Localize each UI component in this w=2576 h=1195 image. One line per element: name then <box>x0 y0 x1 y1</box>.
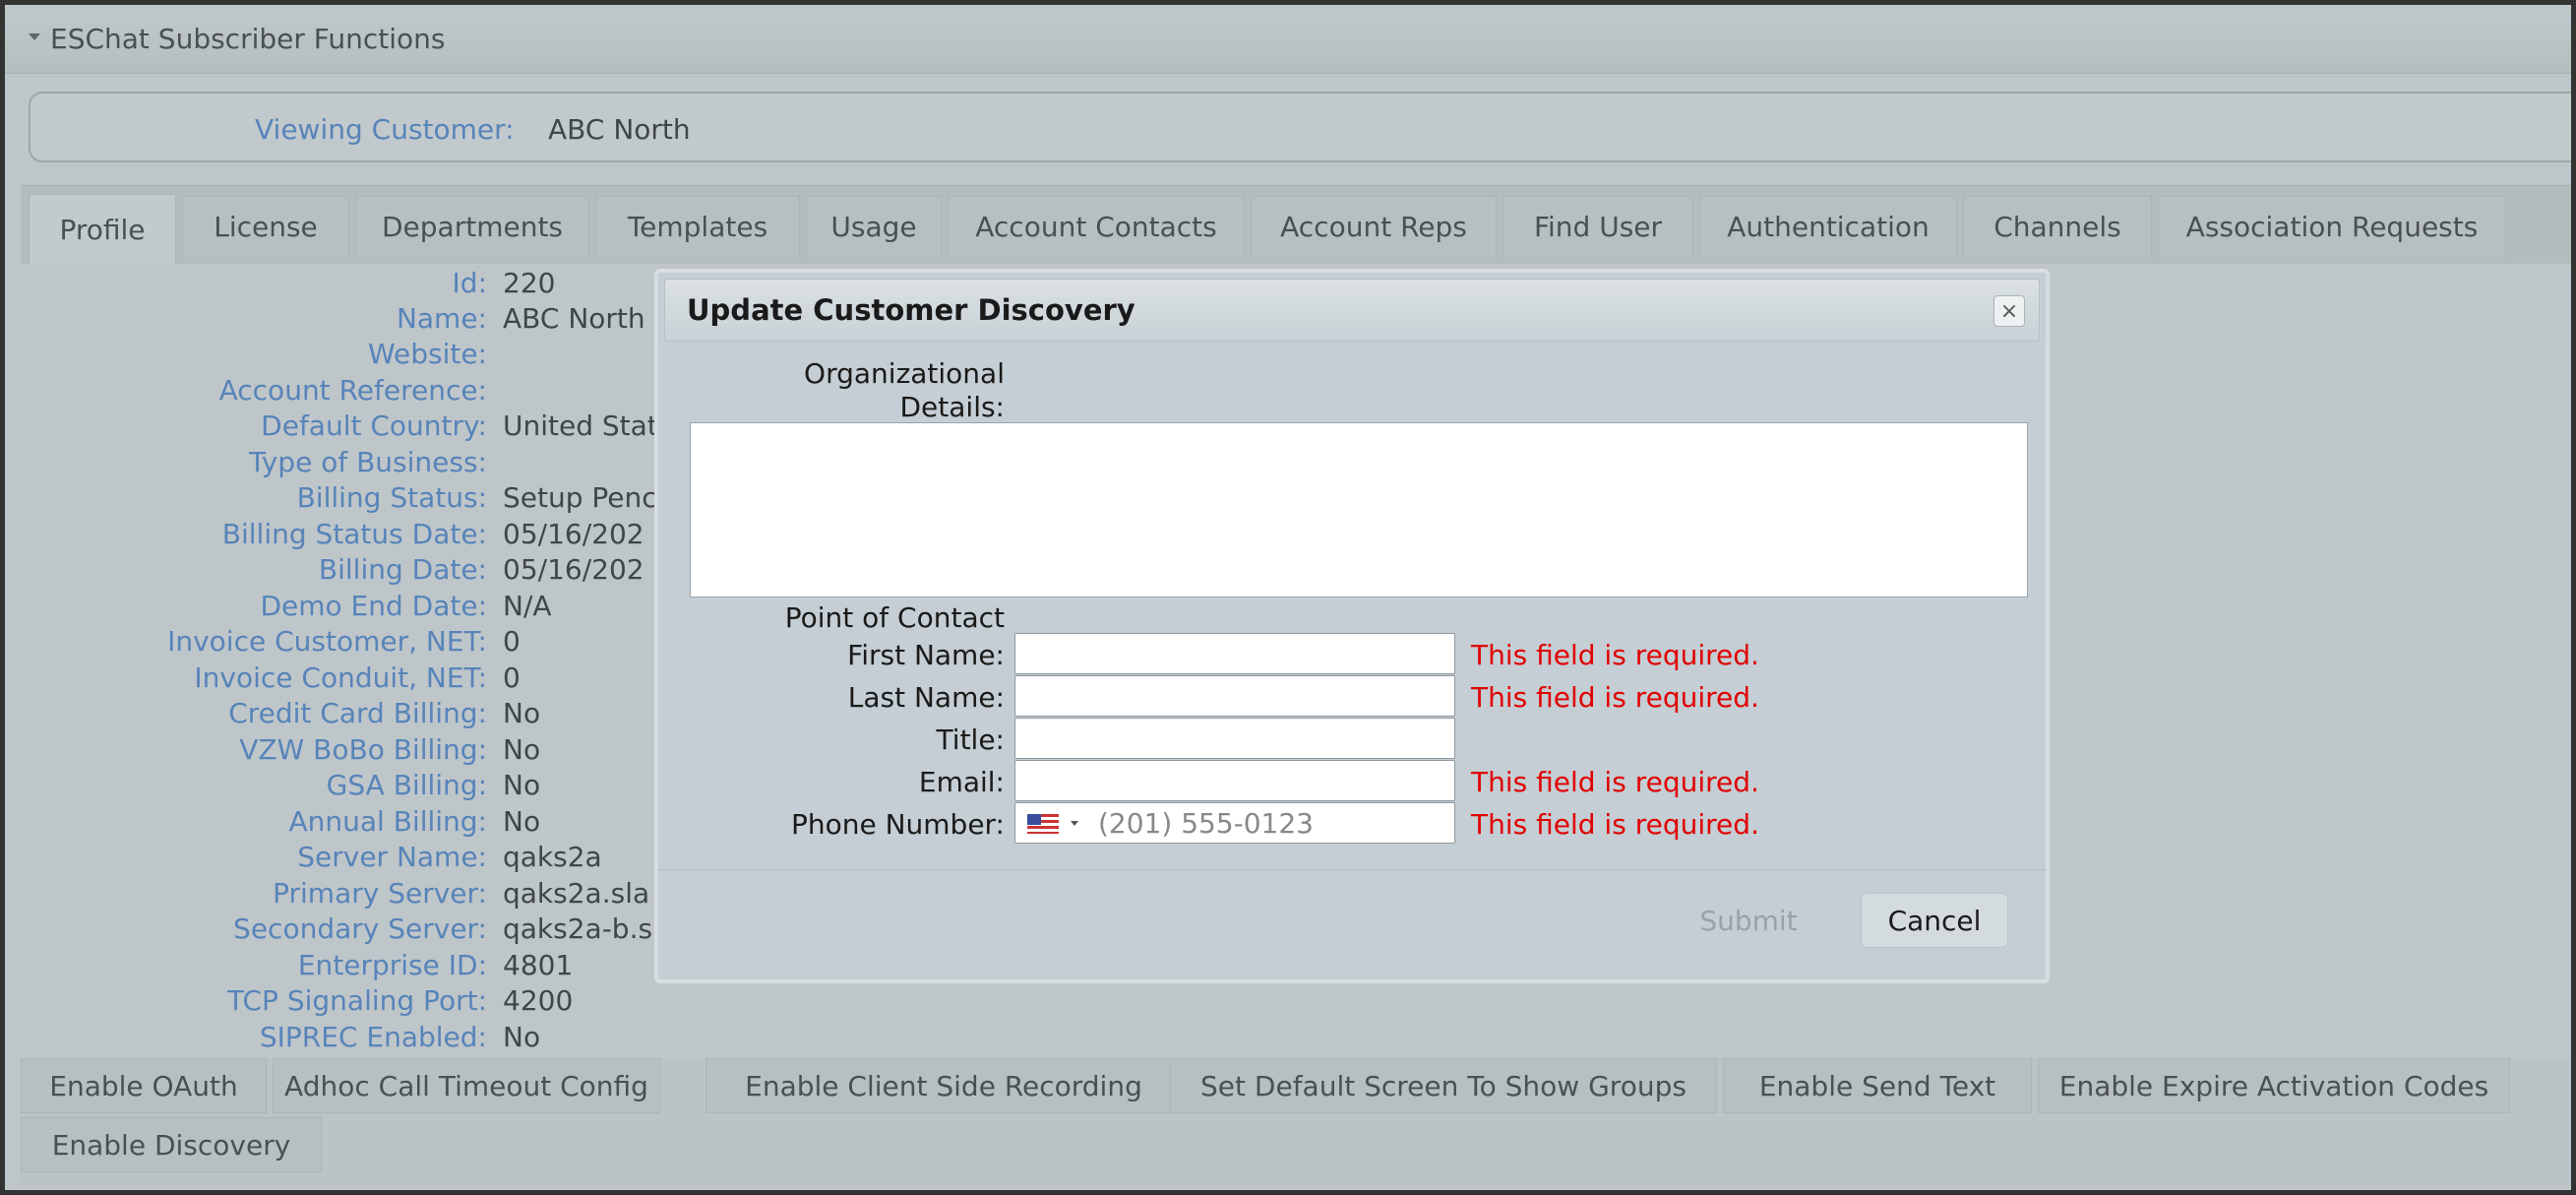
first-name-error: This field is required. <box>1471 639 1759 671</box>
title-input[interactable] <box>1014 718 1455 759</box>
phone-number-input[interactable]: (201) 555-0123 <box>1014 802 1455 844</box>
cancel-button[interactable]: Cancel <box>1861 893 2008 948</box>
update-customer-discovery-dialog: Update Customer Discovery × Organization… <box>654 269 2050 983</box>
last-name-input[interactable] <box>1014 675 1455 717</box>
point-of-contact-heading: Point of Contact <box>784 601 1005 634</box>
first-name-label: First Name: <box>847 639 1005 671</box>
email-input[interactable] <box>1014 760 1455 801</box>
app-frame: ESChat Subscriber Functions Viewing Cust… <box>5 5 2571 1190</box>
phone-number-error: This field is required. <box>1471 808 1759 841</box>
email-label: Email: <box>918 766 1005 798</box>
org-details-textarea[interactable] <box>690 422 2028 598</box>
dialog-divider <box>658 869 2046 870</box>
phone-number-label: Phone Number: <box>790 808 1005 841</box>
title-label: Title: <box>936 723 1005 756</box>
dialog-titlebar[interactable]: Update Customer Discovery × <box>664 279 2040 342</box>
dialog-title: Update Customer Discovery <box>687 293 1135 327</box>
last-name-error: This field is required. <box>1471 681 1759 714</box>
org-details-label-line2: Details: <box>899 391 1005 423</box>
org-details-label-line1: Organizational <box>804 357 1005 390</box>
last-name-label: Last Name: <box>847 681 1005 714</box>
phone-placeholder: (201) 555-0123 <box>1098 807 1314 840</box>
submit-button[interactable]: Submit <box>1689 893 1808 948</box>
email-error: This field is required. <box>1471 766 1759 798</box>
chevron-down-icon[interactable] <box>1071 821 1078 826</box>
first-name-input[interactable] <box>1014 633 1455 674</box>
close-icon[interactable]: × <box>1993 295 2025 327</box>
us-flag-icon[interactable] <box>1027 814 1059 834</box>
